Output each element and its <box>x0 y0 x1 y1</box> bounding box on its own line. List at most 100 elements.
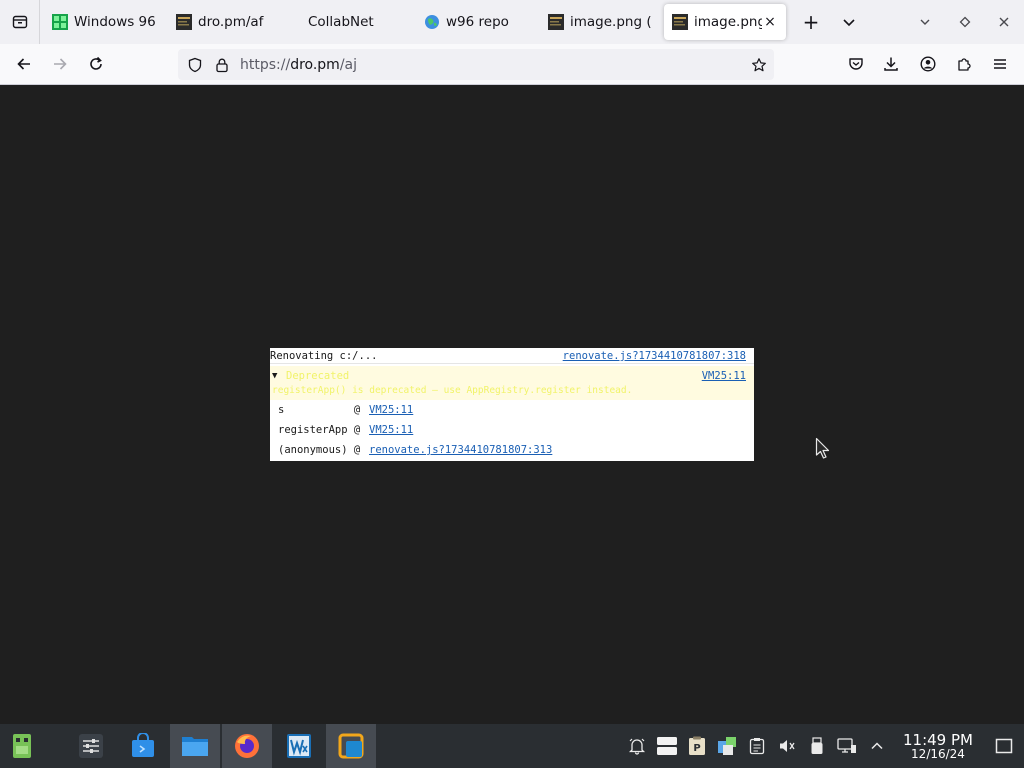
taskbar: P 11:49 PM 12/16/24 <box>0 724 1024 768</box>
tab-strip: Windows 96 dro.pm/af CollabNet w96 repo … <box>0 0 1024 44</box>
chevron-down-icon <box>843 19 855 27</box>
show-desktop-button[interactable] <box>984 724 1024 768</box>
downloads-button[interactable] <box>875 48 907 80</box>
tab-label: image.png ( <box>570 14 652 30</box>
tray-notifications[interactable] <box>622 724 652 768</box>
clipboard-icon <box>749 738 765 755</box>
account-button[interactable] <box>912 48 944 80</box>
tab-label: Windows 96 <box>74 14 156 30</box>
bell-icon <box>628 738 646 755</box>
console-output-image: Renovating c:/... renovate.js?1734410781… <box>270 348 754 461</box>
volume-muted-icon <box>780 740 795 752</box>
image-thumb-icon <box>548 14 564 30</box>
stack-frame-link[interactable]: VM25:11 <box>369 402 413 418</box>
console-source-link[interactable]: VM25:11 <box>702 368 746 384</box>
clock-date: 12/16/24 <box>911 746 965 761</box>
taskbar-virtualbox[interactable] <box>326 724 376 768</box>
tab-dro-af[interactable]: dro.pm/af <box>168 4 290 40</box>
stack-frame-row: (anonymous) @ renovate.js?1734410781807:… <box>270 442 754 458</box>
store-bag-icon <box>132 733 154 757</box>
taskbar-firefox[interactable] <box>222 724 272 768</box>
tray-clipboard[interactable] <box>742 724 772 768</box>
tray-usb[interactable] <box>802 724 832 768</box>
taskbar-w-app[interactable] <box>274 724 324 768</box>
url-text[interactable]: https://dro.pm/aj <box>240 57 744 73</box>
stack-frame-fn: (anonymous) @ <box>278 444 367 456</box>
tray-clipboard-p[interactable]: P <box>682 724 712 768</box>
stack-frame-link[interactable]: VM25:11 <box>369 422 413 438</box>
all-tabs-button[interactable] <box>830 0 868 44</box>
tab-label: image.png <box>694 14 762 30</box>
console-warning-header: Deprecated <box>286 370 350 382</box>
puzzle-icon <box>958 58 971 71</box>
tab-label: dro.pm/af <box>198 14 264 30</box>
display-switch-icon <box>657 737 677 755</box>
taskbar-store[interactable] <box>118 724 168 768</box>
tab-image-png-1[interactable]: image.png ( <box>540 4 662 40</box>
forward-button[interactable] <box>44 48 76 80</box>
usb-device-icon <box>811 737 823 754</box>
taskbar-settings[interactable] <box>66 724 116 768</box>
tracking-protection-icon[interactable] <box>180 57 210 73</box>
tab-list: Windows 96 dro.pm/af CollabNet w96 repo … <box>40 0 788 44</box>
back-button[interactable] <box>8 48 40 80</box>
tab-label: w96 repo <box>446 14 509 30</box>
folder-icon <box>182 737 208 756</box>
reload-button[interactable] <box>80 48 112 80</box>
close-tab-icon[interactable]: × <box>762 14 778 30</box>
tray-volume[interactable] <box>772 724 802 768</box>
new-tab-button[interactable]: + <box>792 0 830 44</box>
disclosure-triangle-icon[interactable]: ▼ <box>272 368 277 384</box>
minimize-button[interactable] <box>906 0 944 44</box>
clock-time: 11:49 PM <box>903 730 973 749</box>
stack-frame-fn: registerApp @ <box>278 424 367 436</box>
tab-windows96[interactable]: Windows 96 <box>44 4 166 40</box>
taskbar-clock[interactable]: 11:49 PM 12/16/24 <box>898 732 978 761</box>
console-warning-message-row: registerApp() is deprecated — use AppReg… <box>270 383 754 399</box>
lock-icon[interactable] <box>210 57 234 73</box>
tray-vm[interactable] <box>712 724 742 768</box>
extensions-button[interactable] <box>948 48 980 80</box>
tray-network[interactable] <box>832 724 862 768</box>
console-warning-header-row: ▼ Deprecated VM25:11 <box>270 368 754 384</box>
navigation-toolbar: https://dro.pm/aj <box>0 44 1024 85</box>
url-path: /aj <box>339 56 358 73</box>
url-scheme: https:// <box>240 56 291 73</box>
image-thumb-icon <box>176 14 192 30</box>
diamond-icon <box>959 16 971 28</box>
pocket-button[interactable] <box>840 48 872 80</box>
tab-list-button[interactable] <box>0 0 40 44</box>
close-window-button[interactable] <box>985 0 1023 44</box>
svg-text:P: P <box>693 743 700 754</box>
chevron-up-icon <box>871 742 883 750</box>
mouse-cursor-icon <box>815 437 830 459</box>
taskbar-files[interactable] <box>170 724 220 768</box>
tray-expand-button[interactable] <box>862 724 892 768</box>
image-thumb-icon <box>672 14 688 30</box>
arrow-right-icon <box>54 58 67 70</box>
tab-label: CollabNet <box>308 14 374 30</box>
tab-collabnet[interactable]: CollabNet <box>292 4 414 40</box>
console-warning-block: ▼ Deprecated VM25:11 registerApp() is de… <box>270 366 754 400</box>
app-launcher-button[interactable] <box>0 724 44 768</box>
bookmark-star-icon[interactable] <box>744 57 774 73</box>
stack-frame-fn: s @ <box>278 404 367 416</box>
tray-display[interactable] <box>652 724 682 768</box>
maximize-button[interactable] <box>946 0 984 44</box>
globe-icon <box>424 14 440 30</box>
url-host: dro.pm <box>290 56 340 73</box>
stack-frame-row: s @ VM25:11 <box>270 402 754 418</box>
windows96-icon <box>52 14 68 30</box>
menu-button[interactable] <box>984 48 1016 80</box>
tab-w96-repo[interactable]: w96 repo <box>416 4 538 40</box>
network-wired-icon <box>837 738 856 753</box>
sliders-icon <box>79 734 103 758</box>
pocket-icon <box>849 58 863 70</box>
tab-image-png-active[interactable]: image.png × <box>664 4 786 40</box>
console-source-link[interactable]: renovate.js?1734410781807:318 <box>563 348 746 364</box>
stack-frame-link[interactable]: renovate.js?1734410781807:313 <box>369 442 552 458</box>
url-bar[interactable]: https://dro.pm/aj <box>178 49 774 80</box>
show-desktop-icon <box>995 738 1013 754</box>
system-tray: P 11:49 PM 12/16/24 <box>622 724 1024 768</box>
console-log-row: Renovating c:/... renovate.js?1734410781… <box>270 348 754 364</box>
